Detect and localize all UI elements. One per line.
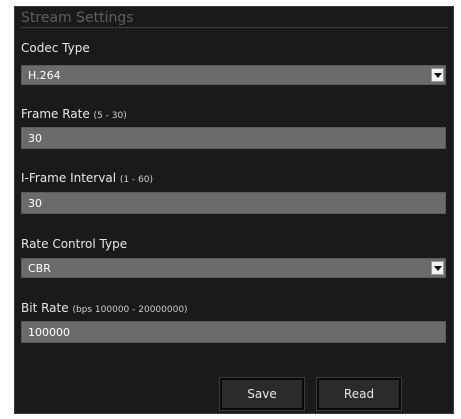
iframe-interval-range: (1 - 60) — [119, 175, 154, 185]
panel-title: Stream Settings — [21, 7, 448, 28]
frame-rate-label: Frame Rate (5 - 30) — [21, 107, 127, 121]
frame-rate-label-text: Frame Rate — [21, 107, 90, 121]
stream-settings-panel: Stream Settings Codec Type H.264 Frame R… — [14, 6, 454, 414]
bit-rate-label: Bit Rate (bps 100000 - 20000000) — [21, 301, 188, 315]
rate-control-type-select[interactable]: CBR — [21, 258, 446, 278]
frame-rate-input[interactable]: 30 — [21, 127, 446, 149]
chevron-down-icon[interactable] — [431, 68, 444, 82]
frame-rate-range: (5 - 30) — [93, 111, 127, 121]
rate-control-type-label: Rate Control Type — [21, 237, 127, 251]
frame-rate-value: 30 — [28, 132, 42, 145]
rate-control-type-value: CBR — [28, 262, 51, 275]
bit-rate-label-text: Bit Rate — [21, 301, 69, 315]
save-button[interactable]: Save — [220, 378, 304, 410]
read-button[interactable]: Read — [317, 378, 401, 410]
rate-control-type-label-text: Rate Control Type — [21, 237, 128, 251]
iframe-interval-input[interactable]: 30 — [21, 192, 446, 214]
codec-type-label: Codec Type — [21, 41, 90, 55]
codec-type-label-text: Codec Type — [21, 41, 90, 55]
iframe-interval-label-text: I-Frame Interval — [21, 171, 117, 185]
bit-rate-value: 100000 — [28, 326, 70, 339]
codec-type-value: H.264 — [28, 69, 61, 82]
bit-rate-range: (bps 100000 - 20000000) — [72, 305, 188, 315]
bit-rate-input[interactable]: 100000 — [21, 321, 446, 343]
iframe-interval-value: 30 — [28, 197, 42, 210]
iframe-interval-label: I-Frame Interval (1 - 60) — [21, 171, 153, 185]
chevron-down-icon[interactable] — [431, 261, 444, 275]
codec-type-select[interactable]: H.264 — [21, 65, 446, 85]
